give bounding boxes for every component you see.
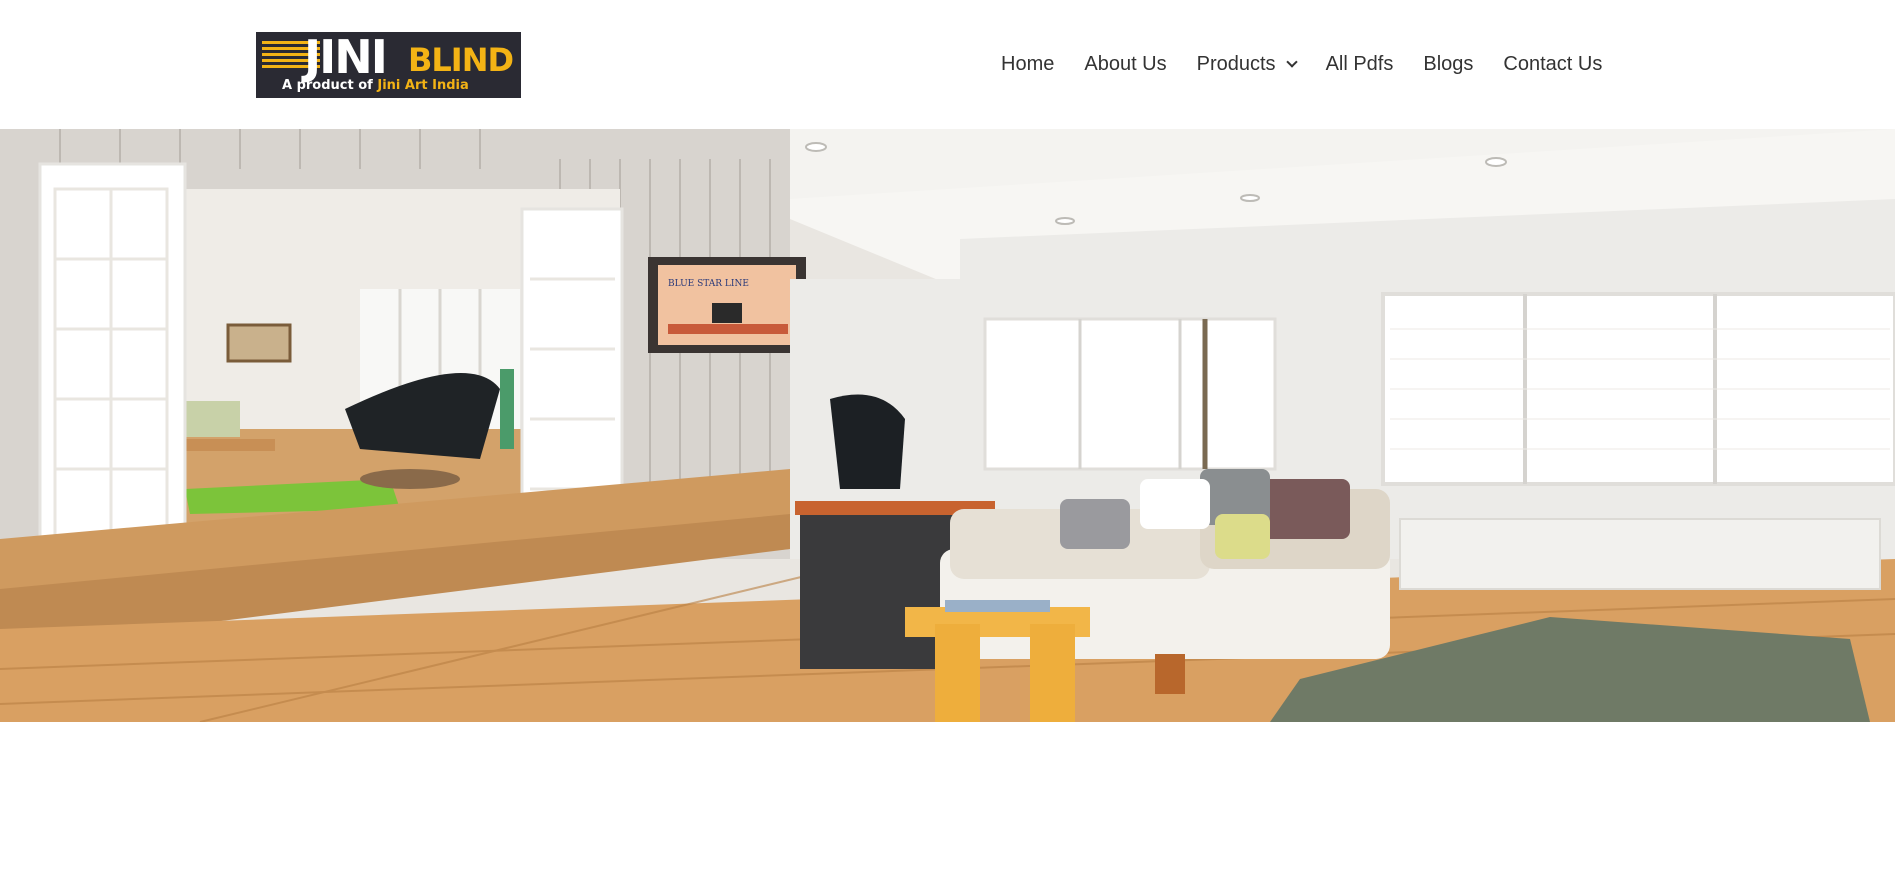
nav-about-us-label: About Us — [1084, 52, 1167, 75]
nav-all-pdfs[interactable]: All Pdfs — [1326, 53, 1394, 76]
tagline-highlight: Jini Art India — [377, 78, 469, 93]
nav-products-label: Products — [1196, 52, 1276, 75]
content-area — [0, 722, 1895, 873]
nav-blogs-label: Blogs — [1423, 52, 1474, 75]
chevron-down-icon — [1285, 55, 1298, 68]
site-logo[interactable]: JINI BLIND A product of Jini Art India — [256, 32, 521, 98]
main-nav: Home About Us Products All Pdfs Blogs Co… — [1001, 50, 1602, 78]
hero-slider: BLUE STAR LINE — [0, 129, 1895, 722]
nav-home[interactable]: Home — [1001, 53, 1054, 76]
nav-all-pdfs-label: All Pdfs — [1325, 52, 1394, 75]
logo-text-primary: JINI — [304, 32, 388, 84]
nav-contact-us[interactable]: Contact Us — [1503, 53, 1602, 76]
logo-tagline: A product of Jini Art India — [282, 78, 469, 94]
nav-about-us[interactable]: About Us — [1084, 53, 1166, 76]
logo-text-secondary: BLIND — [408, 41, 514, 79]
hero-living-room-image: BLUE STAR LINE — [0, 129, 1895, 722]
nav-contact-us-label: Contact Us — [1503, 52, 1603, 75]
nav-products[interactable]: Products — [1196, 52, 1298, 76]
nav-home-label: Home — [1001, 52, 1055, 75]
nav-blogs[interactable]: Blogs — [1423, 53, 1473, 76]
poster-text: BLUE STAR LINE — [668, 279, 749, 289]
tagline-prefix: A product of — [282, 78, 378, 93]
site-header: JINI BLIND A product of Jini Art India H… — [0, 0, 1895, 129]
